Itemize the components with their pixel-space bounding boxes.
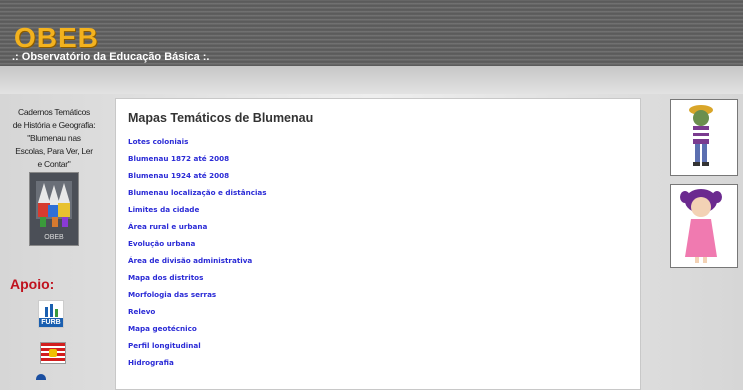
- flag-coat-of-arms-icon: [49, 349, 57, 357]
- boy-character-image: [670, 99, 738, 176]
- girl-character-image: [670, 184, 738, 268]
- partner-logo-partial[interactable]: [36, 374, 46, 380]
- map-link[interactable]: Relevo: [128, 307, 267, 324]
- furb-emblem-icon: [45, 304, 58, 317]
- page-title: Mapas Temáticos de Blumenau: [128, 111, 314, 125]
- site-subtitle: .: Observatório da Educação Básica :.: [12, 51, 210, 63]
- map-link[interactable]: Mapa dos distritos: [128, 273, 267, 290]
- map-link[interactable]: Hidrografia: [128, 358, 267, 375]
- map-link[interactable]: Morfologia das serras: [128, 290, 267, 307]
- map-link[interactable]: Blumenau 1872 até 2008: [128, 154, 267, 171]
- map-link[interactable]: Blumenau localização e distâncias: [128, 188, 267, 205]
- cadernos-book-image[interactable]: OBEB: [29, 172, 79, 246]
- caderno-line: Escolas, Para Ver, Ler: [15, 146, 93, 156]
- site-logo[interactable]: OBEB: [14, 22, 99, 54]
- caderno-line: "Blumenau nas: [27, 133, 81, 143]
- map-link[interactable]: Blumenau 1924 até 2008: [128, 171, 267, 188]
- header-band: [0, 66, 743, 94]
- left-sidebar: Cadernos Temáticos de História e Geograf…: [0, 94, 108, 381]
- main-panel: Mapas Temáticos de Blumenau Lotes coloni…: [115, 98, 641, 390]
- boy-character-illustration: [689, 105, 713, 166]
- blumenau-flag-logo[interactable]: [40, 342, 66, 364]
- girl-character-illustration: [680, 189, 722, 263]
- site-header: OBEB .: Observatório da Educação Básica …: [0, 0, 743, 66]
- map-link[interactable]: Perfil longitudinal: [128, 341, 267, 358]
- apoio-heading: Apoio:: [10, 276, 55, 292]
- map-link[interactable]: Mapa geotécnico: [128, 324, 267, 341]
- caderno-line: e Contar": [37, 159, 71, 169]
- map-link[interactable]: Lotes coloniais: [128, 137, 267, 154]
- furb-logo[interactable]: FURB: [38, 300, 64, 328]
- book-label: OBEB: [44, 234, 64, 241]
- caderno-line: Cadernos Temáticos: [18, 107, 90, 117]
- map-links-list: Lotes coloniais Blumenau 1872 até 2008 B…: [128, 137, 267, 375]
- map-link[interactable]: Evolução urbana: [128, 239, 267, 256]
- map-link[interactable]: Área rural e urbana: [128, 222, 267, 239]
- map-link[interactable]: Limites da cidade: [128, 205, 267, 222]
- cadernos-link-text[interactable]: Cadernos Temáticos de História e Geograf…: [0, 106, 108, 171]
- map-link[interactable]: Área de divisão administrativa: [128, 256, 267, 273]
- caderno-line: de História e Geografia:: [12, 120, 96, 130]
- furb-label: FURB: [39, 318, 63, 327]
